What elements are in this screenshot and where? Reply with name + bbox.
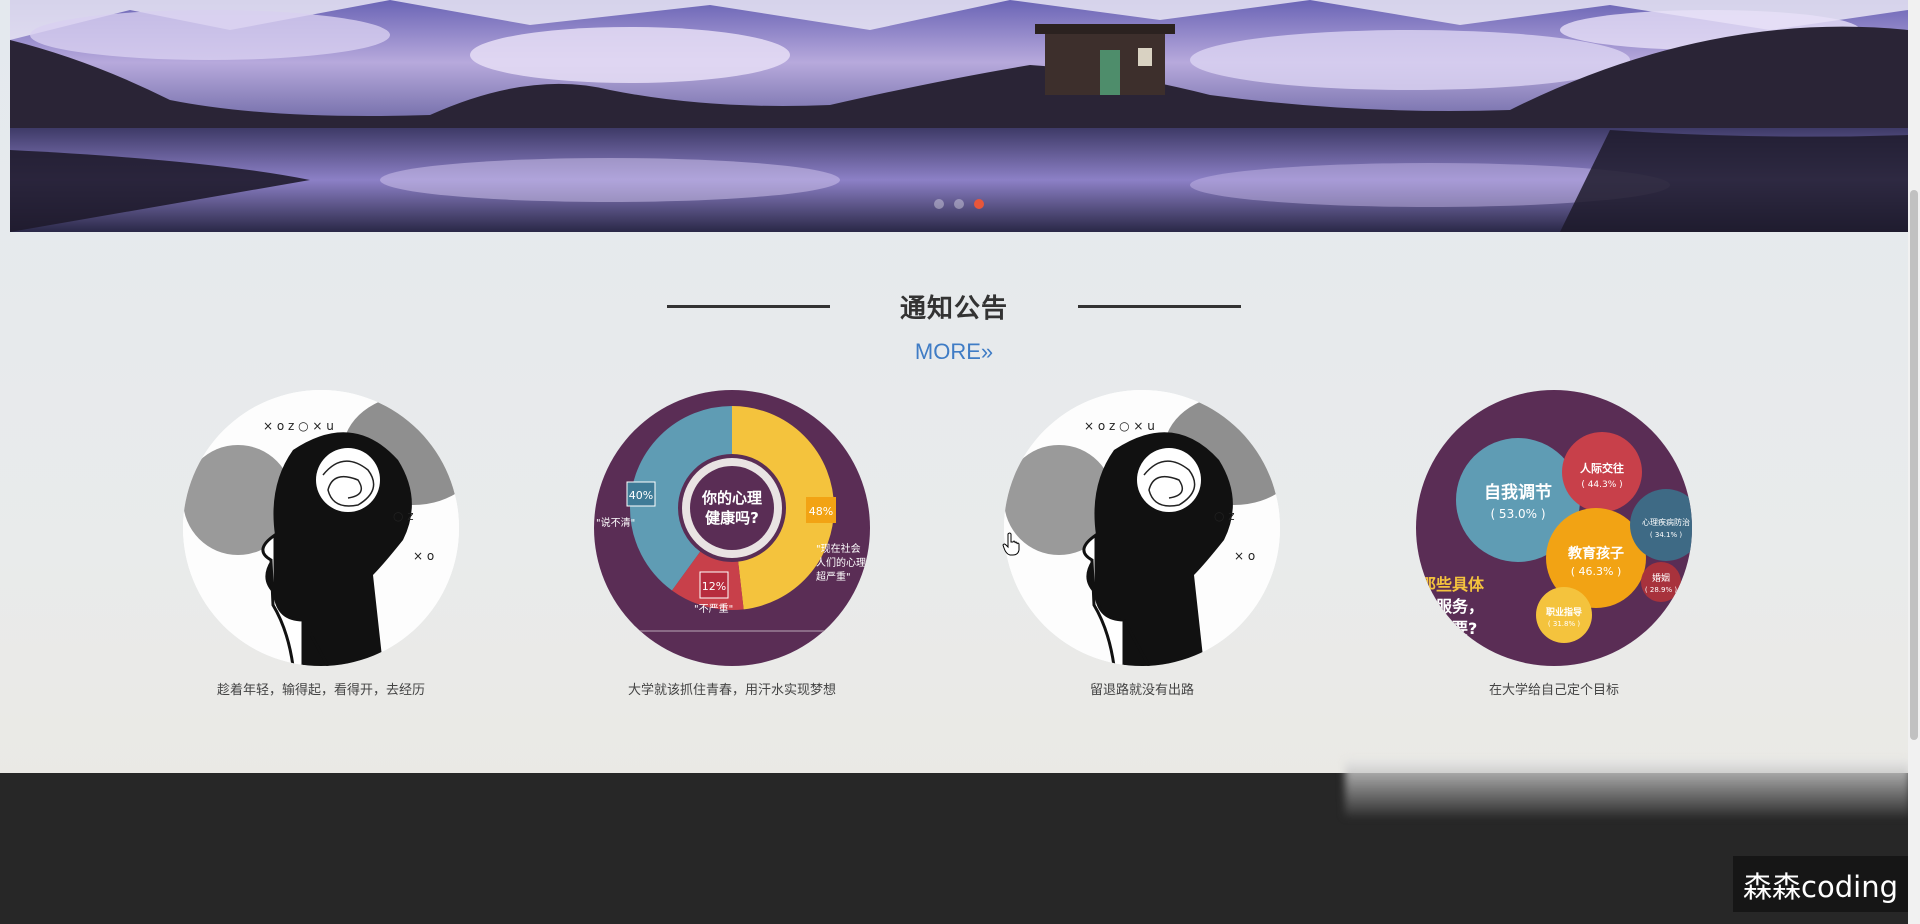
svg-text:○ z: ○ z xyxy=(1214,509,1235,523)
title-divider-right xyxy=(1078,305,1241,308)
card-caption: 留退路就没有出路 xyxy=(1089,682,1194,697)
title-divider-left xyxy=(666,305,830,308)
bubble-6-pct: ( 31.8% ) xyxy=(1548,620,1580,628)
quote-right-2: 人们的心理 xyxy=(816,556,866,569)
svg-text:× o: × o xyxy=(1234,549,1255,563)
head-thought-illustration: × o z ○ × u ○ z × o xyxy=(183,390,459,666)
notice-card-1[interactable]: × o z ○ × u ○ z × o 趁着年轻，输得起，看得开，去经历 xyxy=(183,390,459,698)
notice-card-4[interactable]: 自我调节 ( 53.0% ) 人际交往 ( 44.3% ) 教育孩子 ( 46.… xyxy=(1416,390,1692,698)
pct-bottom: 12% xyxy=(702,580,726,593)
card-caption: 趁着年轻，输得起，看得开，去经历 xyxy=(216,682,425,697)
pct-right: 48% xyxy=(809,505,833,518)
bubble-4-label: 心理疾病防治 xyxy=(1642,517,1690,527)
carousel-dot-1[interactable] xyxy=(934,199,944,209)
infographic-center-line2: 健康吗? xyxy=(705,509,759,527)
head-thought-illustration: × o z ○ × u ○ z × o xyxy=(1004,390,1280,666)
card-thumbnail: × o z ○ × u ○ z × o xyxy=(183,390,459,666)
carousel-dot-2[interactable] xyxy=(954,199,964,209)
bubble-1-label: 自我调节 xyxy=(1484,482,1552,503)
video-watermark: 森森coding xyxy=(1733,856,1908,912)
side-text-2: 理服务， xyxy=(1420,597,1484,616)
hero-banner[interactable] xyxy=(10,0,1908,232)
page: 通知公告 MORE» × o z ○ × u ○ z × o 趁着年轻，输得起，… xyxy=(0,0,1920,924)
hand-pointer-icon xyxy=(1002,532,1020,556)
notice-card-2[interactable]: 你的心理 健康吗? 40% 48% 12% "说不清" "不严重" "现在社会 … xyxy=(594,390,870,698)
psych-service-bubble-infographic: 自我调节 ( 53.0% ) 人际交往 ( 44.3% ) 教育孩子 ( 46.… xyxy=(1416,390,1692,666)
card-caption: 大学就该抓住青春，用汗水实现梦想 xyxy=(627,682,836,697)
bubble-6-label: 职业指导 xyxy=(1546,606,1582,618)
bubble-3-label: 教育孩子 xyxy=(1568,545,1624,562)
infographic-center-line1: 你的心理 xyxy=(701,489,762,507)
quote-right-3: 超严重" xyxy=(816,570,851,583)
bubble-5-pct: ( 28.9% ) xyxy=(1645,586,1677,594)
carousel-dots xyxy=(10,199,1908,209)
side-text-3: 需要? xyxy=(1436,619,1477,638)
notice-section-header: 通知公告 MORE» xyxy=(0,288,1908,365)
banner-landscape-image xyxy=(10,0,1908,232)
svg-text:× o z ○ × u: × o z ○ × u xyxy=(1084,419,1155,433)
svg-text:× o z ○ × u: × o z ○ × u xyxy=(263,419,334,433)
card-thumbnail: × o z ○ × u ○ z × o xyxy=(1004,390,1280,666)
quote-bottom: "不严重" xyxy=(694,602,733,615)
bubble-4-pct: ( 34.1% ) xyxy=(1650,531,1682,539)
bubble-2-label: 人际交往 xyxy=(1580,461,1624,475)
blurred-overlay xyxy=(1345,760,1910,816)
more-link[interactable]: MORE» xyxy=(915,339,993,365)
scrollbar[interactable] xyxy=(1908,0,1920,924)
notice-card-3[interactable]: × o z ○ × u ○ z × o 留退路就没有出路 xyxy=(1004,390,1280,698)
carousel-dot-3[interactable] xyxy=(974,199,984,209)
card-thumbnail: 自我调节 ( 53.0% ) 人际交往 ( 44.3% ) 教育孩子 ( 46.… xyxy=(1416,390,1692,666)
side-text-1: 那些具体 xyxy=(1420,575,1485,594)
bubble-3-pct: ( 46.3% ) xyxy=(1571,565,1622,578)
bubble-1-pct: ( 53.0% ) xyxy=(1490,507,1545,521)
pct-left: 40% xyxy=(629,489,653,502)
quote-left: "说不清" xyxy=(596,516,635,529)
scrollbar-thumb[interactable] xyxy=(1910,190,1918,740)
card-caption: 在大学给自己定个目标 xyxy=(1488,682,1619,697)
quote-right-1: "现在社会 xyxy=(816,542,861,555)
card-thumbnail: 你的心理 健康吗? 40% 48% 12% "说不清" "不严重" "现在社会 … xyxy=(594,390,870,666)
svg-text:× o: × o xyxy=(413,549,434,563)
bubble-5-label: 婚姻 xyxy=(1652,572,1670,584)
bubble-2-pct: ( 44.3% ) xyxy=(1581,480,1622,490)
mental-health-donut-infographic: 你的心理 健康吗? 40% 48% 12% "说不清" "不严重" "现在社会 … xyxy=(594,390,870,666)
svg-text:○ z: ○ z xyxy=(393,509,414,523)
section-title: 通知公告 xyxy=(899,293,1008,323)
